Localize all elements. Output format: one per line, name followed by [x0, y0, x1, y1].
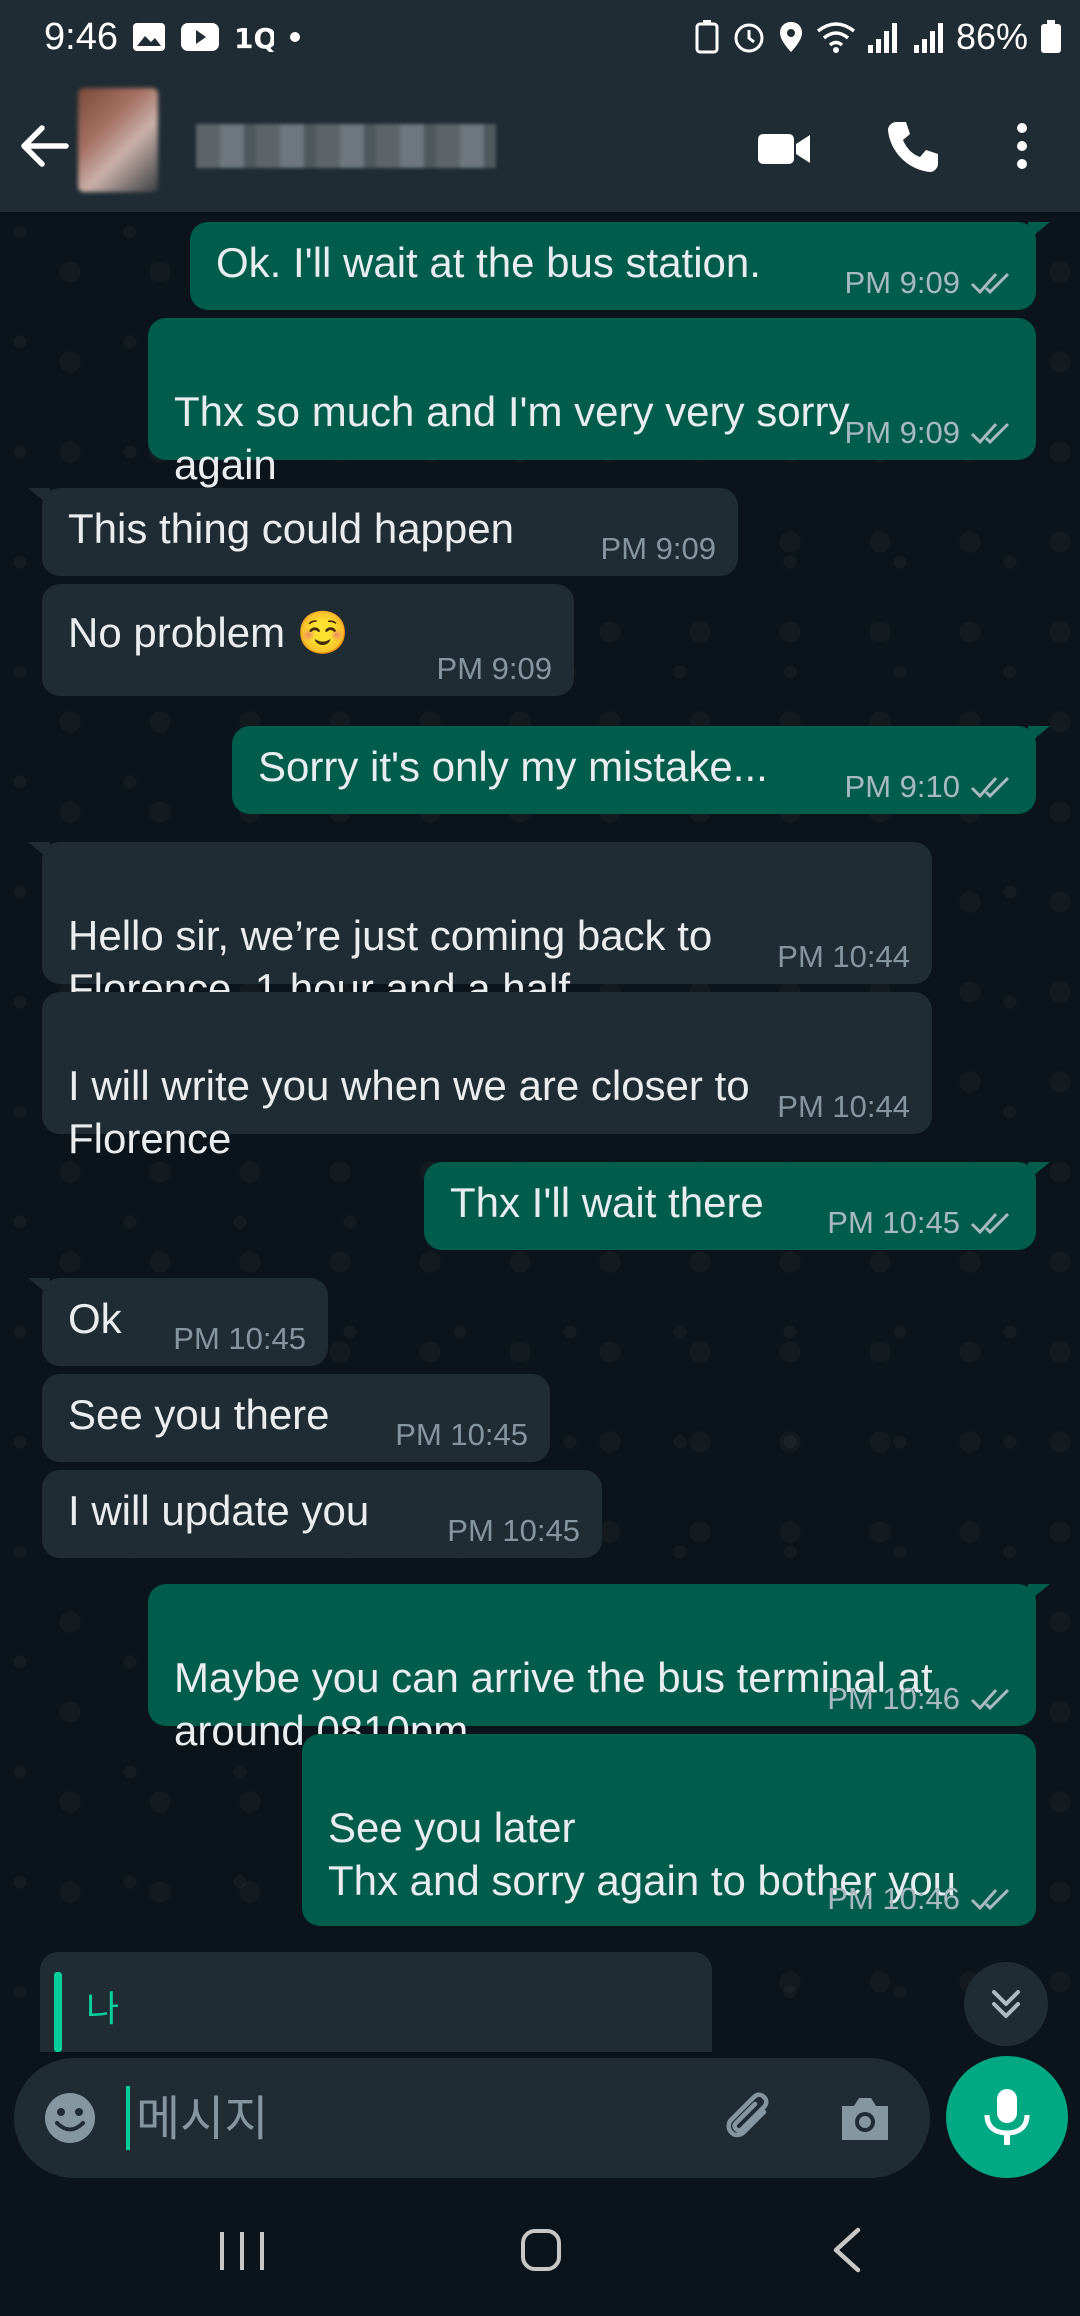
emoji-icon[interactable] — [42, 2090, 98, 2146]
message-meta: PM 10:46 — [827, 1882, 1014, 1916]
message-time: PM 9:09 — [436, 651, 552, 686]
phone-icon[interactable] — [882, 116, 942, 176]
message-input[interactable] — [134, 2084, 698, 2154]
message-time: PM 10:45 — [827, 1205, 960, 1240]
message-meta: PM 10:45 — [447, 1514, 580, 1548]
message-meta: PM 9:09 — [845, 416, 1014, 450]
home-icon[interactable] — [520, 2228, 562, 2272]
message-time: PM 10:44 — [777, 1089, 910, 1124]
message-meta: PM 10:44 — [777, 940, 910, 974]
message-bubble-incoming[interactable]: I will write you when we are closer to F… — [42, 992, 932, 1162]
microphone-icon — [984, 2089, 1030, 2145]
message-bubble-incoming[interactable]: See you there PM 10:45 — [42, 1374, 550, 1462]
voice-message-button[interactable] — [946, 2056, 1068, 2178]
text-cursor — [126, 2086, 130, 2150]
message-text: I will write you when we are closer to F… — [68, 1062, 750, 1162]
message-text: See you there — [68, 1391, 330, 1438]
app-notification-icon: 1Q — [234, 22, 274, 52]
message-bubble-outgoing[interactable]: See you later Thx and sorry again to bot… — [302, 1734, 1036, 1926]
message-text: Sorry it's only my mistake... — [258, 743, 768, 790]
contact-name[interactable] — [196, 124, 496, 168]
message-composer — [14, 2058, 930, 2178]
signal-roaming-icon — [913, 23, 943, 53]
message-bubble-incoming[interactable]: Ok PM 10:45 — [28, 1278, 328, 1366]
chat-messages[interactable]: Ok. I'll wait at the bus station. PM 9:0… — [0, 212, 1080, 2052]
double-check-icon — [970, 422, 1010, 445]
double-check-icon — [970, 776, 1010, 799]
message-meta: PM 10:45 — [395, 1418, 528, 1452]
message-bubble-incoming[interactable]: This thing could happen PM 9:09 — [28, 488, 738, 576]
message-bubble-outgoing[interactable]: Thx so much and I'm very very sorry agai… — [148, 318, 1036, 488]
message-text: No problem ☺️ — [68, 609, 350, 656]
double-check-icon — [970, 1688, 1010, 1711]
message-bubble-incoming[interactable]: No problem ☺️ PM 9:09 — [42, 584, 574, 696]
signal-icon — [867, 23, 897, 53]
alarm-icon — [734, 23, 764, 53]
message-meta: PM 9:10 — [845, 770, 1014, 804]
chat-header — [0, 82, 1080, 212]
battery-percent: 86% — [955, 16, 1028, 57]
message-bubble-incoming[interactable]: I will update you PM 10:45 — [42, 1470, 602, 1558]
message-bubble-incoming[interactable]: Hello sir, we’re just coming back to Flo… — [28, 842, 932, 1012]
reply-accent-bar — [54, 1972, 62, 2052]
youtube-icon — [181, 23, 219, 51]
message-meta: PM 10:44 — [777, 1090, 910, 1124]
battery-saver-icon — [695, 20, 719, 54]
reply-sender: 나 — [86, 1988, 120, 2029]
recents-icon[interactable] — [212, 2230, 272, 2272]
message-meta: PM 9:09 — [437, 652, 552, 686]
double-chevron-down-icon — [992, 1990, 1020, 2018]
battery-icon — [1041, 20, 1061, 53]
message-time: PM 9:09 — [844, 265, 960, 300]
reply-preview[interactable]: 나 — [40, 1952, 712, 2052]
message-time: PM 10:44 — [777, 939, 910, 974]
message-bubble-outgoing[interactable]: Sorry it's only my mistake... PM 9:10 — [232, 726, 1050, 814]
avatar[interactable] — [78, 88, 158, 192]
location-icon — [779, 22, 802, 52]
message-meta: PM 9:09 — [601, 532, 716, 566]
attach-icon[interactable] — [720, 2088, 780, 2148]
message-text: Ok. I'll wait at the bus station. — [216, 239, 761, 286]
system-icons: 86% — [694, 16, 1062, 58]
message-text: Thx so much and I'm very very sorry agai… — [174, 388, 850, 488]
back-nav-icon[interactable] — [828, 2226, 864, 2274]
message-time: PM 9:09 — [844, 415, 960, 450]
svg-text:1Q: 1Q — [234, 22, 274, 52]
message-meta: PM 10:45 — [173, 1322, 306, 1356]
double-check-icon — [970, 272, 1010, 295]
camera-icon[interactable] — [836, 2090, 894, 2148]
system-nav-bar — [0, 2186, 1080, 2316]
message-time: PM 9:10 — [844, 769, 960, 804]
message-bubble-outgoing[interactable]: Thx I'll wait there PM 10:45 — [424, 1162, 1050, 1250]
double-check-icon — [970, 1212, 1010, 1235]
double-check-icon — [970, 1888, 1010, 1911]
back-arrow-icon[interactable] — [16, 116, 76, 176]
message-text: I will update you — [68, 1487, 370, 1534]
message-time: PM 10:46 — [827, 1881, 960, 1916]
dot-icon — [290, 32, 300, 42]
message-meta: PM 10:45 — [827, 1206, 1014, 1240]
notification-icons: 1Q — [132, 22, 302, 52]
message-time: PM 10:45 — [173, 1321, 306, 1356]
wifi-icon — [816, 22, 856, 53]
message-text: Ok — [68, 1295, 122, 1342]
video-call-icon[interactable] — [754, 118, 814, 178]
message-text: Thx I'll wait there — [450, 1179, 764, 1226]
status-time: 9:46 — [44, 16, 118, 58]
message-time: PM 10:46 — [827, 1681, 960, 1716]
message-bubble-outgoing[interactable]: Maybe you can arrive the bus terminal at… — [148, 1584, 1050, 1754]
gallery-icon — [133, 23, 165, 51]
message-meta: PM 10:46 — [827, 1682, 1014, 1716]
scroll-to-bottom-button[interactable] — [964, 1962, 1048, 2046]
message-time: PM 10:45 — [447, 1513, 580, 1548]
status-bar: 9:46 1Q 86% — [0, 0, 1080, 82]
message-time: PM 10:45 — [395, 1417, 528, 1452]
message-bubble-outgoing[interactable]: Ok. I'll wait at the bus station. PM 9:0… — [190, 222, 1050, 310]
message-time: PM 9:09 — [600, 531, 716, 566]
more-vert-icon[interactable] — [1002, 116, 1042, 176]
message-meta: PM 9:09 — [845, 266, 1014, 300]
message-text: This thing could happen — [68, 505, 514, 552]
